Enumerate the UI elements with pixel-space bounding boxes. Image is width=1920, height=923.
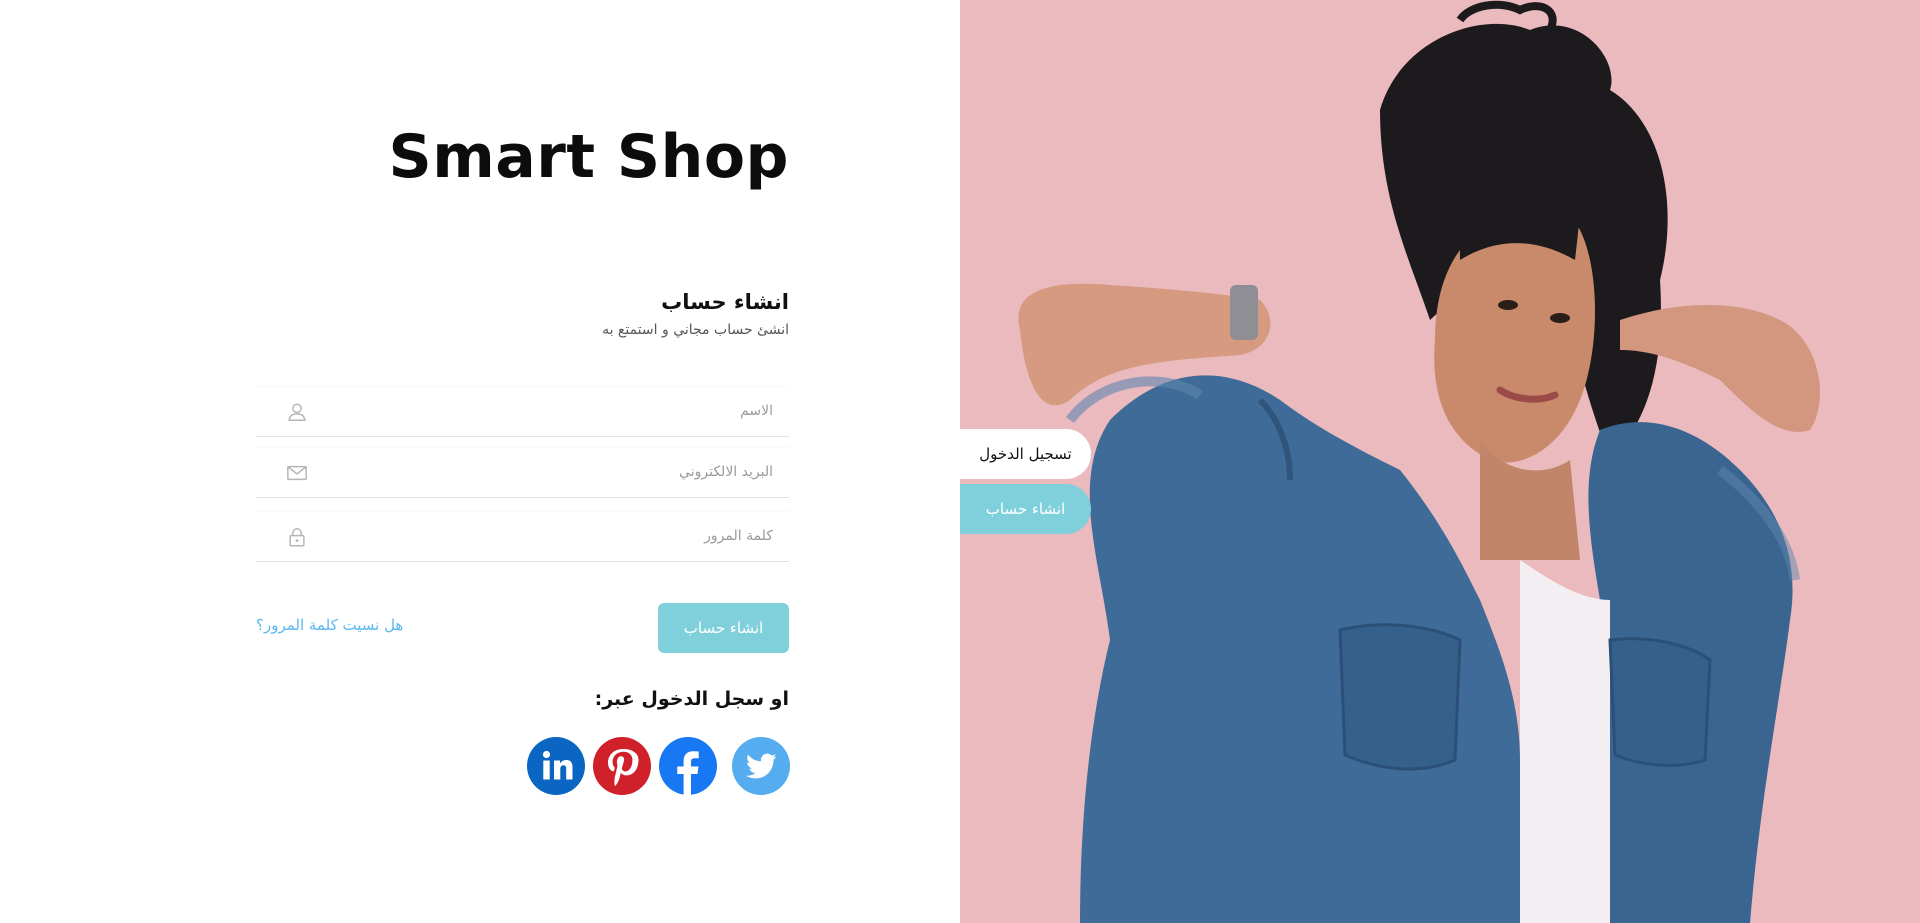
lock-icon — [289, 528, 305, 547]
user-icon — [288, 403, 306, 421]
facebook-icon — [659, 737, 717, 795]
twitter-button[interactable] — [732, 737, 790, 795]
password-input[interactable] — [353, 512, 773, 560]
social-heading: او سجل الدخول عبر: — [594, 688, 789, 710]
name-field — [256, 387, 789, 437]
woman-denim-photo — [960, 0, 1920, 923]
signup-tab[interactable]: انشاء حساب — [960, 484, 1091, 534]
mail-icon — [287, 465, 307, 481]
password-field — [256, 512, 789, 562]
pinterest-button[interactable] — [593, 737, 651, 795]
form-header: انشاء حساب انشئ حساب مجاني و استمتع به — [256, 290, 789, 338]
form-subtitle: انشئ حساب مجاني و استمتع به — [602, 322, 789, 338]
pinterest-icon — [593, 737, 651, 795]
brand-title: Smart Shop — [388, 122, 789, 192]
login-tab[interactable]: تسجيل الدخول — [960, 429, 1091, 479]
twitter-icon — [732, 737, 790, 795]
linkedin-button[interactable] — [527, 737, 585, 795]
name-input[interactable] — [353, 387, 773, 435]
linkedin-icon — [527, 737, 585, 795]
forgot-password-link[interactable]: هل نسيت كلمة المرور؟ — [256, 616, 456, 634]
form-heading: انشاء حساب — [661, 290, 789, 314]
email-field — [256, 448, 789, 498]
create-account-button[interactable]: انشاء حساب — [658, 603, 789, 653]
facebook-button[interactable] — [659, 737, 717, 795]
email-input[interactable] — [353, 448, 773, 496]
hero-image-panel — [960, 0, 1920, 923]
auth-panel: Smart Shop انشاء حساب انشئ حساب مجاني و … — [0, 0, 960, 923]
